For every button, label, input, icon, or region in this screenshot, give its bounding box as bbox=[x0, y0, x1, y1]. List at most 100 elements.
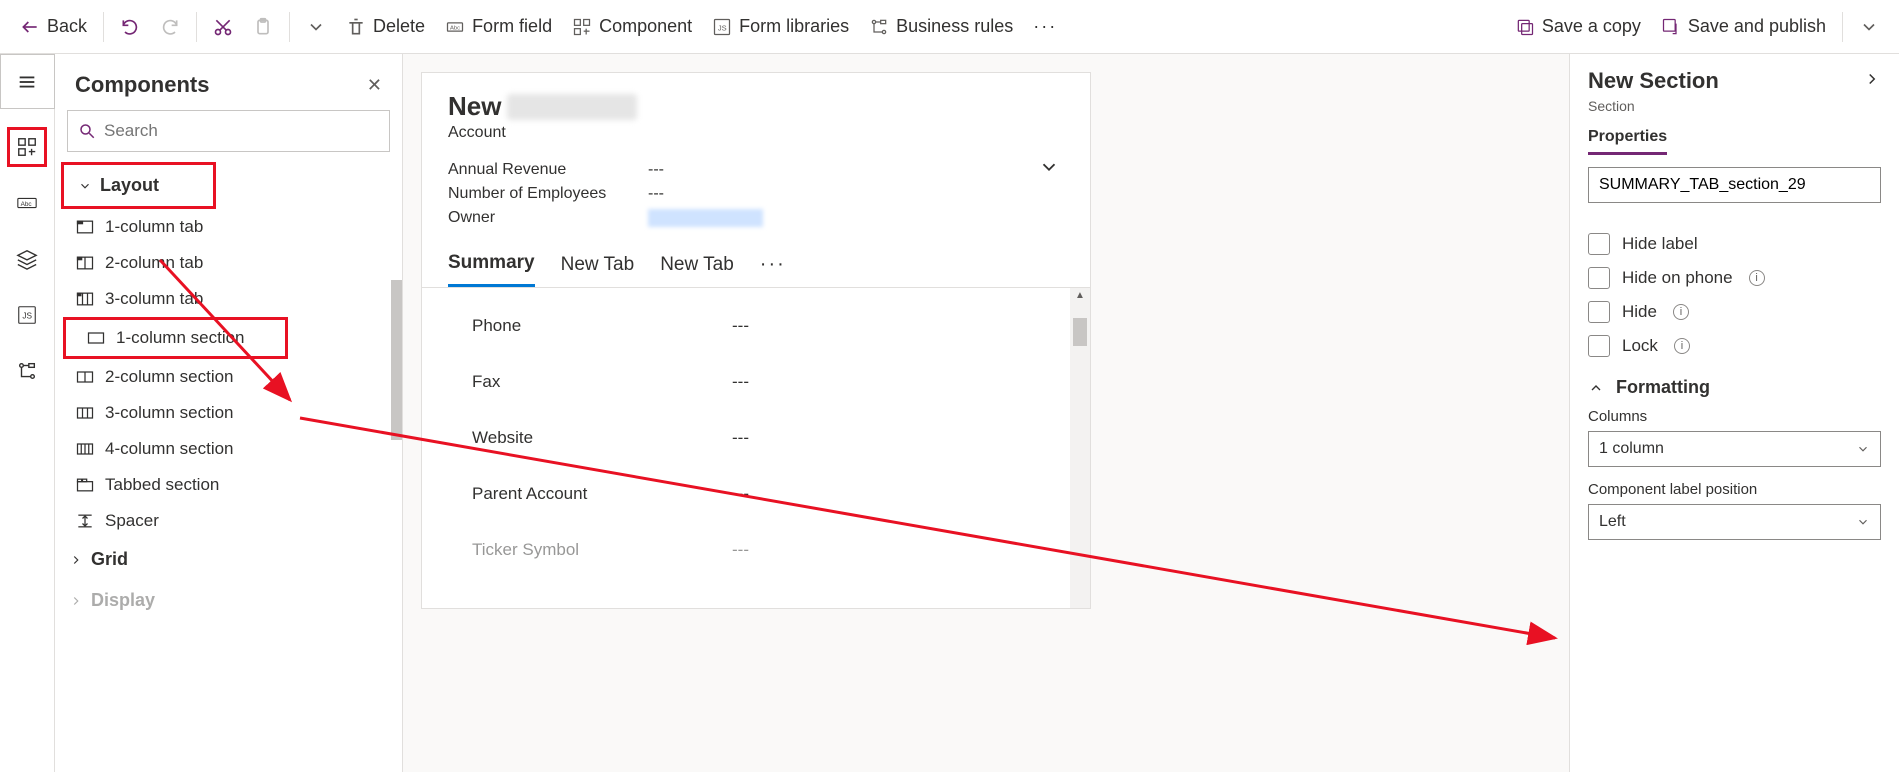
form-libraries-label: Form libraries bbox=[739, 16, 849, 37]
item-1-column-section[interactable]: 1-column section bbox=[63, 317, 288, 359]
field-website[interactable]: Website --- bbox=[472, 410, 1060, 466]
form-libraries-button[interactable]: JS Form libraries bbox=[702, 10, 859, 43]
hide-row: Hide i bbox=[1588, 301, 1881, 323]
item-tabbed-section[interactable]: Tabbed section bbox=[55, 467, 402, 503]
form-field-button[interactable]: Abc Form field bbox=[435, 10, 562, 43]
section-body[interactable]: Phone --- Fax --- Website --- Parent Acc… bbox=[422, 288, 1090, 608]
header-expand-button[interactable] bbox=[1038, 156, 1060, 183]
redo-button[interactable] bbox=[150, 11, 190, 43]
section-scrollbar[interactable]: ▲ bbox=[1070, 288, 1090, 608]
chevron-icon bbox=[69, 594, 83, 608]
header-annual-revenue[interactable]: Annual Revenue --- bbox=[448, 158, 1064, 182]
group-display[interactable]: Display bbox=[55, 580, 402, 621]
info-icon[interactable]: i bbox=[1673, 304, 1689, 320]
save-publish-button[interactable]: Save and publish bbox=[1651, 10, 1836, 43]
hide-label-text: Hide label bbox=[1622, 234, 1698, 254]
lock-checkbox[interactable] bbox=[1588, 335, 1610, 357]
form-card[interactable]: New Account Annual Revenue --- Number of… bbox=[421, 72, 1091, 609]
search-input[interactable] bbox=[104, 121, 379, 141]
component-button[interactable]: Component bbox=[562, 10, 702, 43]
form-tabs: Summary New Tab New Tab ··· bbox=[422, 234, 1090, 288]
sec2-icon bbox=[75, 367, 95, 387]
props-expand-button[interactable] bbox=[1863, 70, 1881, 93]
field-value: --- bbox=[732, 372, 749, 392]
item-spacer[interactable]: Spacer bbox=[55, 503, 402, 539]
separator bbox=[103, 12, 104, 42]
field-label: Annual Revenue bbox=[448, 161, 648, 179]
item-4-column-section[interactable]: 4-column section bbox=[55, 431, 402, 467]
tab3-icon bbox=[75, 289, 95, 309]
paste-button[interactable] bbox=[243, 11, 283, 43]
scroll-thumb[interactable] bbox=[1073, 318, 1087, 346]
section-name-input[interactable] bbox=[1588, 167, 1881, 203]
more-dropdown[interactable] bbox=[296, 11, 336, 43]
sec3-icon bbox=[75, 403, 95, 423]
hide-label-checkbox[interactable] bbox=[1588, 233, 1610, 255]
item-label: 4-column section bbox=[105, 439, 234, 459]
hide-label-row: Hide label bbox=[1588, 233, 1881, 255]
columns-select[interactable]: 1 column bbox=[1588, 431, 1881, 467]
hamburger-icon bbox=[16, 71, 38, 93]
label-position-select[interactable]: Left bbox=[1588, 504, 1881, 540]
business-rules-button[interactable]: Business rules bbox=[859, 10, 1023, 43]
components-title: Components bbox=[75, 72, 209, 98]
delete-button[interactable]: Delete bbox=[336, 10, 435, 43]
field-ticker[interactable]: Ticker Symbol --- bbox=[472, 522, 1060, 578]
hamburger-button[interactable] bbox=[0, 54, 55, 109]
header-num-employees[interactable]: Number of Employees --- bbox=[448, 182, 1064, 206]
tab-new-2[interactable]: New Tab bbox=[660, 254, 734, 286]
save-copy-label: Save a copy bbox=[1542, 16, 1641, 37]
item-2-column-tab[interactable]: 2-column tab bbox=[55, 245, 402, 281]
close-panel-button[interactable]: ✕ bbox=[367, 75, 382, 96]
owner-redacted bbox=[648, 209, 763, 227]
cut-button[interactable] bbox=[203, 11, 243, 43]
info-icon[interactable]: i bbox=[1749, 270, 1765, 286]
overflow-button[interactable]: ··· bbox=[1023, 10, 1067, 43]
scrollbar-thumb[interactable] bbox=[391, 280, 402, 440]
rail-rules-button[interactable] bbox=[7, 351, 47, 391]
canvas: New Account Annual Revenue --- Number of… bbox=[403, 54, 1569, 772]
rail-formfield-button[interactable]: Abc bbox=[7, 183, 47, 223]
item-1-column-tab[interactable]: 1-column tab bbox=[55, 209, 402, 245]
main-area: Abc JS Components ✕ Layout bbox=[0, 54, 1899, 772]
field-fax[interactable]: Fax --- bbox=[472, 354, 1060, 410]
business-rules-label: Business rules bbox=[896, 16, 1013, 37]
top-toolbar: Back Delete Abc Form field Component JS … bbox=[0, 0, 1899, 54]
tab-overflow[interactable]: ··· bbox=[760, 253, 786, 286]
item-3-column-section[interactable]: 3-column section bbox=[55, 395, 402, 431]
back-button[interactable]: Back bbox=[10, 10, 97, 43]
rail-tree-button[interactable] bbox=[7, 239, 47, 279]
group-layout[interactable]: Layout bbox=[61, 162, 216, 209]
info-icon[interactable]: i bbox=[1674, 338, 1690, 354]
chevron-down-icon bbox=[1856, 442, 1870, 456]
form-field-label: Form field bbox=[472, 16, 552, 37]
abc-icon: Abc bbox=[16, 192, 38, 214]
search-box[interactable] bbox=[67, 110, 390, 152]
search-icon bbox=[78, 122, 96, 140]
item-2-column-section[interactable]: 2-column section bbox=[55, 359, 402, 395]
rail-components-button[interactable] bbox=[7, 127, 47, 167]
save-publish-dropdown[interactable] bbox=[1849, 11, 1889, 43]
field-phone[interactable]: Phone --- bbox=[472, 298, 1060, 354]
hide-checkbox[interactable] bbox=[1588, 301, 1610, 323]
chevron-down-icon bbox=[1038, 156, 1060, 178]
tab2-icon bbox=[75, 253, 95, 273]
rail-js-button[interactable]: JS bbox=[7, 295, 47, 335]
tab-new-1[interactable]: New Tab bbox=[561, 254, 635, 286]
props-tab-properties[interactable]: Properties bbox=[1588, 128, 1667, 155]
form-field-icon: Abc bbox=[445, 17, 465, 37]
undo-button[interactable] bbox=[110, 11, 150, 43]
field-parent-account[interactable]: Parent Account --- bbox=[472, 466, 1060, 522]
form-title-prefix: New bbox=[448, 91, 501, 122]
group-grid[interactable]: Grid bbox=[55, 539, 402, 580]
hide-phone-checkbox[interactable] bbox=[1588, 267, 1610, 289]
item-3-column-tab[interactable]: 3-column tab bbox=[55, 281, 402, 317]
tabbed-icon bbox=[75, 475, 95, 495]
formatting-header[interactable]: Formatting bbox=[1588, 377, 1881, 398]
save-copy-button[interactable]: Save a copy bbox=[1505, 10, 1651, 43]
item-label: 3-column section bbox=[105, 403, 234, 423]
field-value: --- bbox=[732, 540, 749, 560]
hide-phone-row: Hide on phone i bbox=[1588, 267, 1881, 289]
header-owner[interactable]: Owner bbox=[448, 206, 1064, 230]
tab-summary[interactable]: Summary bbox=[448, 252, 535, 287]
